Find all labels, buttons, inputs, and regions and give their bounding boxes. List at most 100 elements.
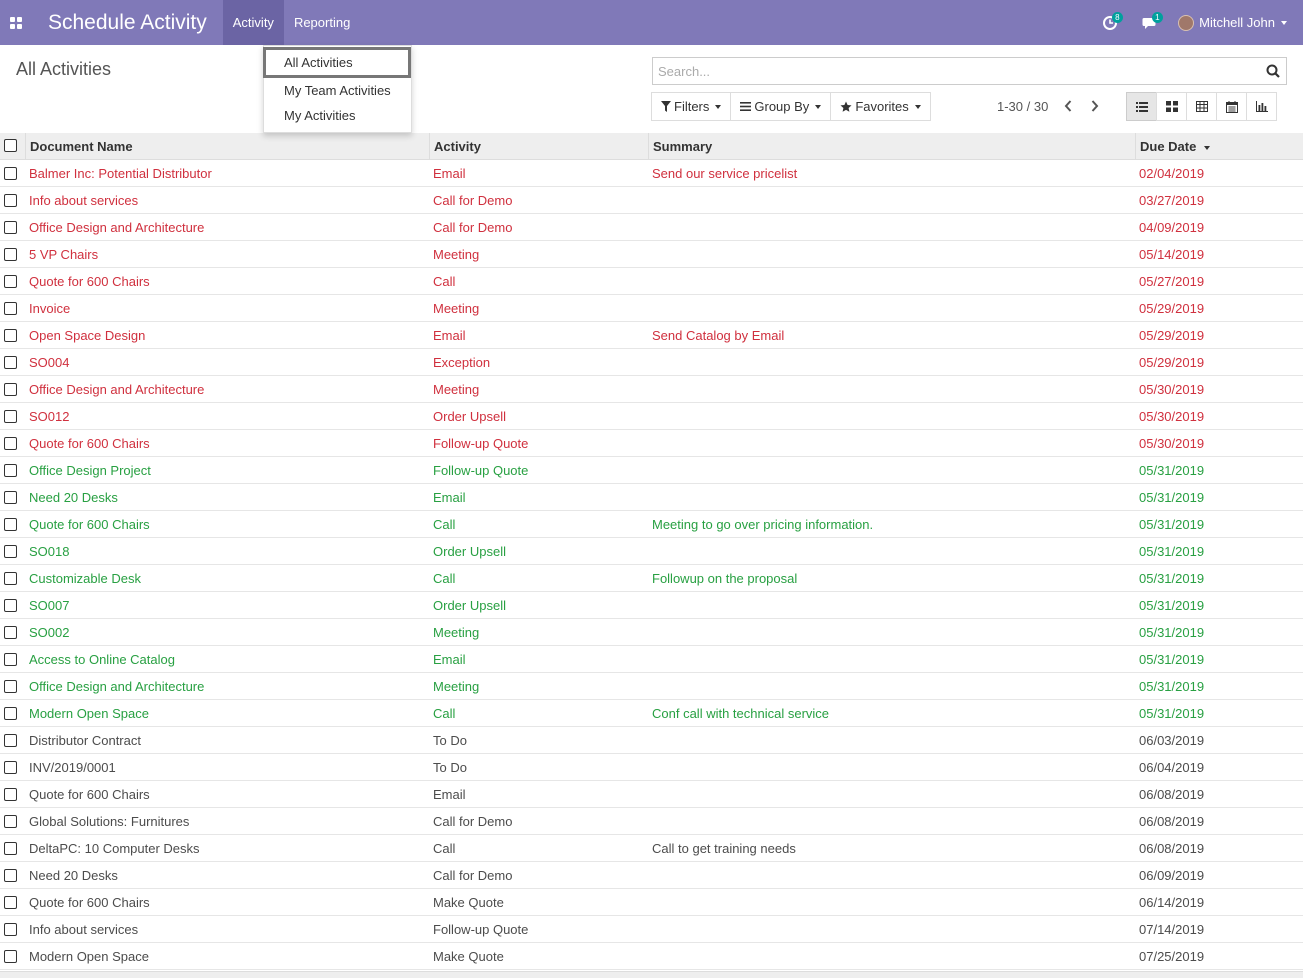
- row-checkbox[interactable]: [4, 599, 17, 612]
- row-checkbox[interactable]: [4, 167, 17, 180]
- favorites-button[interactable]: Favorites: [830, 92, 931, 121]
- filters-button[interactable]: Filters: [651, 92, 732, 121]
- column-header-due-date[interactable]: Due Date: [1135, 133, 1303, 160]
- column-header-summary[interactable]: Summary: [648, 133, 1136, 160]
- row-checkbox[interactable]: [4, 923, 17, 936]
- row-checkbox[interactable]: [4, 383, 17, 396]
- menu-reporting[interactable]: Reporting: [284, 0, 360, 45]
- search-input[interactable]: [653, 58, 1253, 84]
- table-row[interactable]: SO018 Order Upsell 05/31/2019: [0, 538, 1303, 565]
- table-row[interactable]: Need 20 Desks Email 05/31/2019: [0, 484, 1303, 511]
- table-row[interactable]: 5 VP Chairs Meeting 05/14/2019: [0, 241, 1303, 268]
- table-row[interactable]: Info about services Call for Demo 03/27/20…: [0, 187, 1303, 214]
- cell-activity: Meeting: [433, 625, 480, 640]
- row-checkbox[interactable]: [4, 491, 17, 504]
- row-checkbox[interactable]: [4, 680, 17, 693]
- row-checkbox[interactable]: [4, 950, 17, 963]
- table-row[interactable]: Distributor Contract To Do 06/03/2019: [0, 727, 1303, 754]
- table-row[interactable]: SO004 Exception 05/29/2019: [0, 349, 1303, 376]
- menu-activity[interactable]: Activity: [222, 0, 284, 45]
- cell-due-date: 05/31/2019: [1139, 625, 1205, 640]
- table-row[interactable]: Quote for 600 Chairs Follow-up Quote 05/30…: [0, 430, 1303, 457]
- table-row[interactable]: Office Design Project Follow-up Quote 05/3…: [0, 457, 1303, 484]
- table-row[interactable]: Office Design and Architecture Meeting 05/…: [0, 376, 1303, 403]
- row-checkbox[interactable]: [4, 437, 17, 450]
- table-row[interactable]: Quote for 600 Chairs Call 05/27/2019: [0, 268, 1303, 295]
- row-checkbox[interactable]: [4, 518, 17, 531]
- row-checkbox[interactable]: [4, 869, 17, 882]
- pager-previous-button[interactable]: [1060, 97, 1076, 115]
- row-checkbox[interactable]: [4, 464, 17, 477]
- table-row[interactable]: Open Space Design Email Send Catalog by Em…: [0, 322, 1303, 349]
- list-view-button[interactable]: [1126, 92, 1157, 121]
- table-row[interactable]: INV/2019/0001 To Do 06/04/2019: [0, 754, 1303, 781]
- user-menu[interactable]: Mitchell John: [1170, 14, 1303, 31]
- row-checkbox[interactable]: [4, 707, 17, 720]
- pivot-view-button[interactable]: [1186, 92, 1217, 121]
- table-row[interactable]: Office Design and Architecture Call for D…: [0, 214, 1303, 241]
- table-row[interactable]: Quote for 600 Chairs Call Meeting to go ov…: [0, 511, 1303, 538]
- row-checkbox[interactable]: [4, 788, 17, 801]
- dropdown-item-all-activities[interactable]: All Activities: [263, 47, 411, 78]
- cell-due-date: 03/27/2019: [1139, 193, 1205, 208]
- pager-next-button[interactable]: [1087, 97, 1103, 115]
- row-checkbox[interactable]: [4, 248, 17, 261]
- table-row[interactable]: Office Design and Architecture Meeting 05/…: [0, 673, 1303, 700]
- graph-view-button[interactable]: [1246, 92, 1277, 121]
- table-row[interactable]: Invoice Meeting 05/29/2019: [0, 295, 1303, 322]
- row-checkbox[interactable]: [4, 896, 17, 909]
- row-checkbox[interactable]: [4, 329, 17, 342]
- table-row[interactable]: Modern Open Space Call Conf call with tech…: [0, 700, 1303, 727]
- row-checkbox[interactable]: [4, 275, 17, 288]
- cell-activity: Meeting: [433, 679, 480, 694]
- column-header-activity[interactable]: Activity: [429, 133, 649, 160]
- table-row[interactable]: Quote for 600 Chairs Email 06/08/2019: [0, 781, 1303, 808]
- row-checkbox[interactable]: [4, 572, 17, 585]
- cell-activity: Exception: [433, 355, 491, 370]
- dropdown-item-my-team-activities[interactable]: My Team Activities: [284, 83, 391, 98]
- group-by-button[interactable]: Group By: [730, 92, 832, 121]
- row-checkbox[interactable]: [4, 734, 17, 747]
- row-checkbox[interactable]: [4, 653, 17, 666]
- table-row[interactable]: DeltaPC: 10 Computer Desks Call Call to ge…: [0, 835, 1303, 862]
- pager-value[interactable]: 1-30 / 30: [997, 99, 1048, 114]
- table-row[interactable]: Balmer Inc: Potential Distributor Email Se…: [0, 160, 1303, 187]
- cell-activity: Meeting: [433, 301, 480, 316]
- select-all-checkbox[interactable]: [4, 139, 17, 152]
- table-row[interactable]: SO012 Order Upsell 05/30/2019: [0, 403, 1303, 430]
- cell-due-date: 07/14/2019: [1139, 922, 1205, 937]
- row-checkbox[interactable]: [4, 221, 17, 234]
- row-checkbox[interactable]: [4, 842, 17, 855]
- cell-activity: To Do: [433, 760, 467, 775]
- row-checkbox[interactable]: [4, 302, 17, 315]
- search-icon[interactable]: [1266, 64, 1280, 78]
- row-checkbox[interactable]: [4, 410, 17, 423]
- apps-menu-button[interactable]: [0, 0, 32, 45]
- table-row[interactable]: SO007 Order Upsell 05/31/2019: [0, 592, 1303, 619]
- page-title: All Activities: [16, 59, 112, 79]
- row-checkbox[interactable]: [4, 815, 17, 828]
- table-row[interactable]: Access to Online Catalog Email 05/31/2019: [0, 646, 1303, 673]
- dropdown-item-my-activities[interactable]: My Activities: [284, 108, 356, 123]
- table-row[interactable]: SO002 Meeting 05/31/2019: [0, 619, 1303, 646]
- row-checkbox[interactable]: [4, 545, 17, 558]
- cell-due-date: 05/31/2019: [1139, 571, 1205, 586]
- activity-systray-button[interactable]: 8: [1090, 0, 1130, 45]
- row-checkbox[interactable]: [4, 626, 17, 639]
- table-row[interactable]: Customizable Desk Call Followup on the pro…: [0, 565, 1303, 592]
- table-row[interactable]: Modern Open Space Make Quote 07/25/2019: [0, 943, 1303, 970]
- table-row[interactable]: Quote for 600 Chairs Make Quote 06/14/2019: [0, 889, 1303, 916]
- table-row[interactable]: Need 20 Desks Call for Demo 06/09/2019: [0, 862, 1303, 889]
- column-header-document-name[interactable]: Document Name: [25, 133, 430, 160]
- kanban-view-button[interactable]: [1156, 92, 1187, 121]
- cell-activity: Call: [433, 841, 456, 856]
- table-row[interactable]: Global Solutions: Furnitures Call for Dem…: [0, 808, 1303, 835]
- cell-summary: Conf call with technical service: [652, 706, 830, 721]
- calendar-view-button[interactable]: [1216, 92, 1247, 121]
- messages-systray-button[interactable]: 1: [1130, 0, 1170, 45]
- table-row[interactable]: Info about services Follow-up Quote 07/14/…: [0, 916, 1303, 943]
- row-checkbox[interactable]: [4, 761, 17, 774]
- cell-due-date: 05/14/2019: [1139, 247, 1205, 262]
- row-checkbox[interactable]: [4, 356, 17, 369]
- row-checkbox[interactable]: [4, 194, 17, 207]
